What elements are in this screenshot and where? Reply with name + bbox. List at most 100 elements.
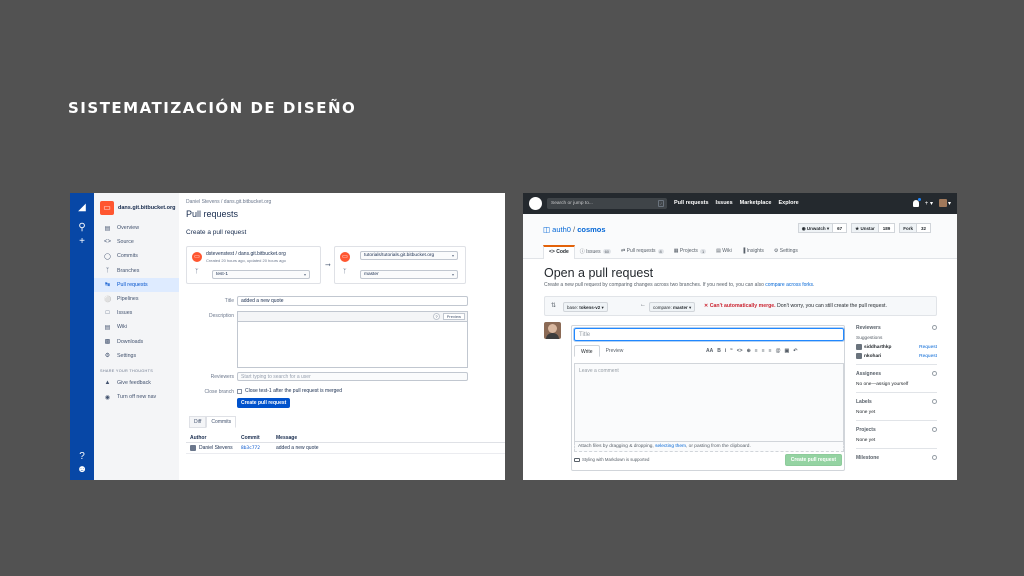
tab-preview[interactable]: Preview [600, 345, 630, 357]
reply-icon[interactable]: ↶ [793, 348, 797, 354]
destination-repo-select[interactable]: tutorials/tutorials.git.bitbucket.org ▾ [360, 251, 458, 260]
fork-button[interactable]: Fork [899, 223, 917, 233]
task-list-icon[interactable]: ≡ [769, 348, 772, 354]
milestone-heading[interactable]: Milestone [856, 455, 937, 463]
repo-name-link[interactable]: cosmos [577, 225, 605, 234]
unstar-button[interactable]: ★ Unstar [851, 223, 879, 233]
user-menu[interactable]: ▾ [938, 199, 951, 207]
description-textarea[interactable] [237, 321, 468, 368]
markdown-note[interactable]: Styling with Markdown is supported [574, 457, 649, 462]
tab-commits[interactable]: Commits [206, 416, 237, 428]
select-files-link[interactable]: selecting them [655, 444, 686, 449]
compare-branch-select[interactable]: compare: master ▾ [649, 302, 696, 312]
link-icon[interactable]: ⊕ [747, 348, 751, 354]
nav-issues[interactable]: □ Issues [94, 306, 179, 320]
bitbucket-logo-icon[interactable]: ◢ [76, 202, 88, 214]
projects-heading[interactable]: Projects [856, 427, 937, 435]
bulleted-list-icon[interactable]: ≡ [755, 348, 758, 354]
gear-icon[interactable] [932, 427, 937, 432]
source-branch-select[interactable]: test-1 ▾ [212, 270, 310, 279]
notification-bell-icon[interactable] [912, 197, 921, 207]
editor-toolbar: HHHBI≡≡—▣ ? Preview [237, 311, 468, 327]
nav-overview[interactable]: ▤ Overview [94, 221, 179, 235]
repo-owner-link[interactable]: auth0 [552, 225, 571, 234]
fork-count[interactable]: 32 [916, 223, 931, 233]
reviewers-input[interactable]: Start typing to search for a user [237, 372, 468, 381]
help-icon[interactable]: ? [76, 451, 88, 463]
create-pull-request-button[interactable]: Create pull request [784, 454, 842, 466]
gear-icon[interactable] [932, 371, 937, 376]
nav-pull-requests[interactable]: ↹ Pull requests [94, 277, 179, 292]
tab-pull-requests[interactable]: ⇄ Pull requests 8 [616, 245, 669, 259]
tab-label: ▦ Projects [673, 248, 698, 254]
code-icon[interactable]: <> [737, 348, 743, 354]
nav-branches[interactable]: ᛉ Branches [94, 264, 179, 278]
gear-icon[interactable] [932, 455, 937, 460]
create-pull-request-button[interactable]: Create pull request [237, 398, 291, 408]
base-branch-select[interactable]: base: tokens-v2 ▾ [563, 302, 608, 312]
preview-button[interactable]: Preview [442, 313, 465, 320]
destination-branch-select[interactable]: master ▾ [360, 270, 458, 279]
turn-off-new-nav-link[interactable]: ◉ Turn off new nav [94, 390, 179, 404]
nav-explore[interactable]: Explore [778, 200, 798, 206]
star-count[interactable]: 189 [878, 223, 896, 233]
request-review-link[interactable]: Request [919, 354, 937, 359]
source-repo[interactable]: dstevenstest / dans.git.bitbucket.org [206, 251, 286, 257]
bold-icon[interactable]: B [717, 348, 721, 354]
tab-diff[interactable]: Diff [189, 416, 207, 428]
tab-settings[interactable]: ⚙ Settings [769, 245, 803, 259]
tab-insights[interactable]: ▐ Insights [737, 245, 769, 259]
nav-marketplace[interactable]: Marketplace [740, 200, 772, 206]
commit-hash-link[interactable]: 8b3c772 [241, 446, 276, 451]
gear-icon[interactable] [932, 399, 937, 404]
create-plus-icon[interactable]: + [76, 236, 88, 248]
nav-label: Source [117, 239, 134, 246]
gear-icon[interactable] [932, 325, 937, 330]
title-input[interactable]: added a new quote [237, 296, 468, 306]
help-icon[interactable]: ? [433, 313, 440, 320]
nav-label: Wiki [117, 324, 128, 331]
repo-header[interactable]: ▭ dans.git.bitbucket.org [100, 201, 175, 215]
request-review-link[interactable]: Request [919, 345, 937, 350]
comment-textarea[interactable]: Leave a comment [574, 363, 844, 442]
profile-icon[interactable]: ☻ [76, 464, 88, 476]
reviewers-heading[interactable]: Reviewers [856, 325, 937, 333]
give-feedback-link[interactable]: ▲ Give feedback [94, 376, 179, 390]
tab-code[interactable]: <> Code [543, 245, 575, 259]
tab-wiki[interactable]: ▤ Wiki [711, 245, 737, 259]
assignees-heading[interactable]: Assignees [856, 371, 937, 379]
nav-pipelines[interactable]: ⚪ Pipelines [94, 292, 179, 306]
compare-forks-link[interactable]: compare across forks [765, 282, 813, 288]
mention-icon[interactable]: @ [776, 348, 781, 354]
italic-icon[interactable]: i [725, 348, 726, 354]
nav-issues[interactable]: Issues [716, 200, 733, 206]
unwatch-button[interactable]: ◉ Unwatch ▾ [797, 223, 834, 233]
search-input[interactable]: Search or jump to... / [547, 198, 667, 209]
breadcrumb[interactable]: Daniel Stevens / dans.git.bitbucket.org [186, 199, 271, 205]
merge-warning: ✕ Can't automatically merge. [704, 303, 776, 309]
quote-icon[interactable]: “ [730, 348, 733, 354]
nav-commits[interactable]: ◯ Commits [94, 249, 179, 263]
close-branch-checkbox[interactable] [237, 389, 242, 394]
nav-source[interactable]: <> Source [94, 235, 179, 249]
tab-write[interactable]: Write [574, 345, 600, 357]
numbered-list-icon[interactable]: ≡ [762, 348, 765, 354]
plus-dropdown-icon[interactable]: + ▾ [925, 200, 933, 207]
github-logo-icon[interactable] [529, 197, 542, 210]
close-branch-text: Close test-1 after the pull request is m… [245, 388, 342, 394]
table-header: Author Commit Message [186, 433, 505, 443]
nav-wiki[interactable]: ▤ Wiki [94, 320, 179, 334]
search-icon[interactable]: ⚲ [76, 222, 88, 234]
header-text-icon[interactable]: AA [706, 348, 713, 354]
nav-downloads[interactable]: ▩ Downloads [94, 335, 179, 349]
labels-heading[interactable]: Labels [856, 399, 937, 407]
assignees-value[interactable]: No one—assign yourself [856, 382, 937, 387]
nav-pull-requests[interactable]: Pull requests [674, 200, 709, 206]
watch-count[interactable]: 67 [833, 223, 848, 233]
nav-settings[interactable]: ⚙ Settings [94, 349, 179, 363]
bookmark-icon[interactable]: ▣ [784, 348, 789, 354]
title-input[interactable]: Title [574, 328, 844, 341]
tab-issues[interactable]: ⓘ Issues 60 [575, 245, 616, 259]
tab-projects[interactable]: ▦ Projects 1 [669, 245, 711, 259]
attach-files-bar[interactable]: Attach files by dragging & dropping, sel… [574, 442, 844, 452]
